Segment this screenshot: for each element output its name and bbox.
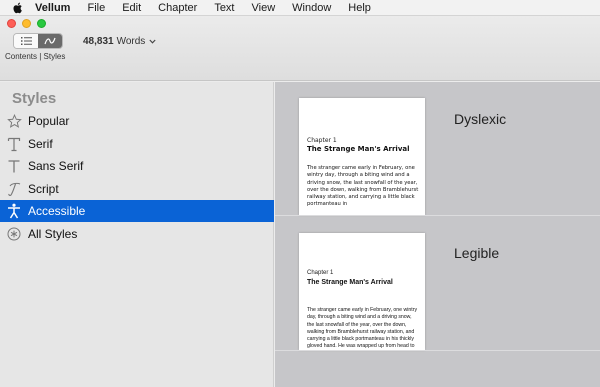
divider	[275, 215, 600, 216]
chevron-down-icon	[149, 39, 156, 44]
window-controls	[7, 19, 46, 28]
chapter-number: Chapter 1	[307, 137, 337, 144]
sidebar-item-sans-serif[interactable]: Sans Serif	[0, 155, 274, 177]
word-count-value: 48,831	[83, 36, 114, 47]
window-toolbar: Contents | Styles 48,831 Words	[0, 16, 600, 81]
sidebar-item-accessible[interactable]: Accessible	[0, 200, 274, 222]
chapter-title: The Strange Man's Arrival	[307, 145, 410, 153]
divider	[275, 350, 600, 351]
vellum-window: Vellum File Edit Chapter Text View Windo…	[0, 0, 600, 387]
serif-t-icon	[0, 137, 28, 152]
menu-edit[interactable]: Edit	[122, 2, 141, 14]
style-name-label: Legible	[454, 245, 500, 261]
sidebar-item-serif[interactable]: Serif	[0, 133, 274, 155]
book-page-preview[interactable]: Chapter 1 The Strange Man's Arrival The …	[299, 233, 425, 350]
styles-view-button[interactable]	[38, 34, 62, 48]
sidebar-title: Styles	[12, 90, 57, 107]
apple-logo-icon[interactable]	[13, 2, 23, 14]
menu-window[interactable]: Window	[292, 2, 331, 14]
menu-view[interactable]: View	[252, 2, 276, 14]
menu-bar: Vellum File Edit Chapter Text View Windo…	[0, 0, 600, 16]
menu-file[interactable]: File	[87, 2, 105, 14]
menu-app-name[interactable]: Vellum	[35, 2, 70, 14]
sidebar-item-script[interactable]: Script	[0, 178, 274, 200]
chapter-body-text: The stranger came early in February, one…	[307, 307, 418, 350]
asterisk-circle-icon	[0, 227, 28, 241]
contents-styles-toggle	[13, 33, 63, 49]
sidebar-item-all-styles[interactable]: All Styles	[0, 223, 274, 245]
book-page-preview[interactable]: Chapter 1 The Strange Man's Arrival The …	[299, 98, 425, 215]
close-window-button[interactable]	[7, 19, 16, 28]
menu-text[interactable]: Text	[214, 2, 234, 14]
sidebar-item-label: Popular	[28, 114, 70, 128]
chapter-body-text: The stranger came early in February, one…	[307, 165, 419, 208]
minimize-window-button[interactable]	[22, 19, 31, 28]
chapter-number: Chapter 1	[307, 270, 334, 276]
sidebar-item-label: Serif	[28, 137, 53, 151]
sans-t-icon	[0, 159, 28, 174]
sidebar-item-popular[interactable]: Popular	[0, 110, 274, 132]
style-name-label: Dyslexic	[454, 111, 507, 127]
style-swirl-icon	[44, 37, 56, 45]
menu-help[interactable]: Help	[348, 2, 371, 14]
contents-view-button[interactable]	[14, 34, 38, 48]
star-icon	[0, 113, 28, 129]
list-icon	[20, 37, 32, 45]
sidebar-item-label: Sans Serif	[28, 159, 84, 173]
styles-sidebar: Styles Popular Serif Sans Serif Script A…	[0, 82, 274, 387]
sidebar-item-label: Script	[28, 182, 59, 196]
word-count-menu[interactable]: 48,831 Words	[83, 36, 156, 47]
word-count-label: Words	[116, 36, 146, 47]
sidebar-item-label: Accessible	[28, 204, 86, 218]
menu-chapter[interactable]: Chapter	[158, 2, 197, 14]
style-preview-area: Chapter 1 The Strange Man's Arrival The …	[275, 82, 600, 387]
chapter-title: The Strange Man's Arrival	[307, 279, 393, 286]
contents-styles-label: Contents | Styles	[5, 52, 66, 61]
sidebar-item-label: All Styles	[28, 227, 78, 241]
zoom-window-button[interactable]	[37, 19, 46, 28]
script-t-icon	[0, 182, 28, 197]
accessibility-icon	[0, 203, 28, 219]
